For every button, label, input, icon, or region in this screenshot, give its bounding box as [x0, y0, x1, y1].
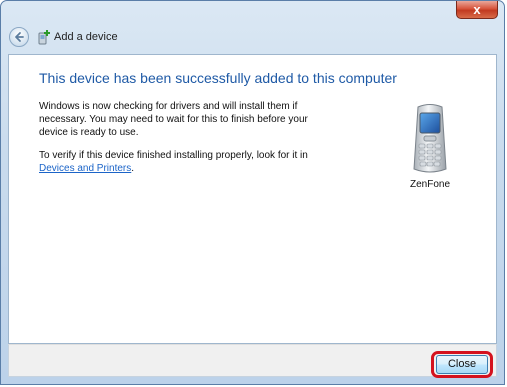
page-title: This device has been successfully added …	[39, 70, 397, 86]
device-name: ZenFone	[409, 179, 451, 190]
content-panel: This device has been successfully added …	[8, 54, 497, 344]
back-arrow-icon	[15, 32, 24, 42]
devices-and-printers-link[interactable]: Devices and Printers	[39, 163, 131, 174]
close-button[interactable]: Close	[436, 355, 488, 374]
add-device-icon	[38, 30, 50, 45]
verify-message-suffix: .	[131, 163, 135, 174]
window-close-button[interactable]: x	[456, 1, 498, 19]
close-icon: x	[473, 2, 481, 17]
back-button[interactable]	[9, 27, 29, 47]
verify-message-text: To verify if this device finished instal…	[39, 150, 308, 161]
verify-message: To verify if this device finished instal…	[39, 149, 339, 175]
window-title: Add a device	[54, 31, 118, 43]
mobile-phone-icon	[413, 104, 447, 173]
dialog-footer	[8, 344, 497, 377]
status-message: Windows is now checking for drivers and …	[39, 101, 308, 138]
